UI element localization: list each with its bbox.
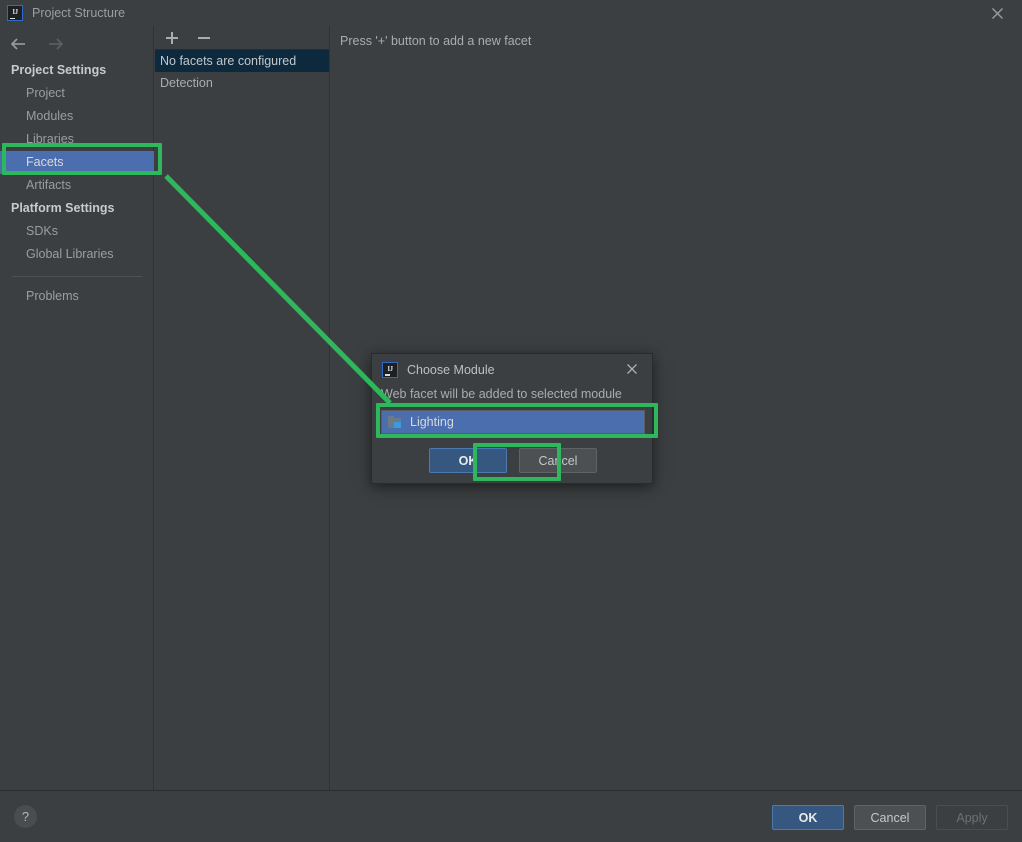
sidebar-item-artifacts[interactable]: Artifacts	[0, 174, 154, 197]
dialog-module-list[interactable]: Lighting	[381, 410, 645, 434]
settings-sidebar: Project Settings Project Modules Librari…	[0, 26, 154, 790]
dialog-ok-button[interactable]: OK	[429, 448, 507, 473]
facets-list-panel: No facets are configured Detection	[155, 26, 330, 790]
footer-button-group: OK Cancel Apply	[772, 805, 1008, 830]
sidebar-item-modules[interactable]: Modules	[0, 105, 154, 128]
footer-ok-button[interactable]: OK	[772, 805, 844, 830]
window-title: Project Structure	[32, 6, 126, 20]
sidebar-nav-arrows	[0, 30, 154, 58]
module-list-item-lighting[interactable]: Lighting	[382, 411, 644, 433]
intellij-logo-text: IJ	[12, 8, 18, 16]
sidebar-item-project[interactable]: Project	[0, 82, 154, 105]
project-structure-window: IJ Project Structure Project Settings Pr…	[0, 0, 1022, 842]
dialog-logo-bar	[385, 374, 390, 376]
window-close-button[interactable]	[986, 4, 1008, 22]
sidebar-groups: Project Settings Project Modules Librari…	[0, 59, 154, 308]
window-titlebar: IJ Project Structure	[0, 0, 1022, 26]
plus-icon-vertical	[171, 31, 173, 44]
nav-back-button[interactable]	[8, 35, 30, 53]
intellij-logo-bar	[10, 17, 15, 19]
help-button[interactable]: ?	[14, 805, 37, 828]
dialog-button-group: OK Cancel	[372, 448, 654, 473]
dialog-close-button[interactable]	[622, 360, 642, 378]
add-facet-button[interactable]	[164, 30, 180, 46]
sidebar-group-title-platform-settings: Platform Settings	[11, 201, 115, 215]
dialog-intellij-logo-icon: IJ	[382, 361, 398, 378]
dialog-cancel-button[interactable]: Cancel	[519, 448, 597, 473]
dialog-description: Web facet will be added to selected modu…	[381, 387, 622, 401]
footer-cancel-button[interactable]: Cancel	[854, 805, 926, 830]
arrow-right-icon	[49, 38, 64, 50]
sidebar-item-facets[interactable]: Facets	[0, 151, 154, 174]
sidebar-item-libraries[interactable]: Libraries	[0, 128, 154, 151]
sidebar-group-title-project-settings: Project Settings	[11, 63, 107, 77]
facets-row-detection[interactable]: Detection	[155, 72, 329, 94]
dialog-logo-text: IJ	[387, 364, 393, 373]
remove-facet-button[interactable]	[196, 30, 212, 46]
sidebar-item-sdks[interactable]: SDKs	[0, 220, 154, 243]
arrow-left-icon	[10, 38, 25, 50]
sidebar-item-global-libraries[interactable]: Global Libraries	[0, 243, 154, 266]
facet-empty-hint: Press '+' button to add a new facet	[340, 34, 532, 48]
minus-icon	[198, 36, 210, 39]
footer-apply-button: Apply	[936, 805, 1008, 830]
facets-toolbar	[155, 26, 329, 50]
facets-row-no-facets[interactable]: No facets are configured	[155, 50, 329, 72]
dialog-titlebar: IJ Choose Module	[372, 354, 652, 385]
module-folder-icon	[388, 415, 403, 429]
dialog-title: Choose Module	[407, 362, 495, 377]
sidebar-item-problems[interactable]: Problems	[0, 285, 154, 308]
intellij-logo-icon: IJ	[7, 5, 23, 21]
sidebar-separator	[12, 276, 142, 277]
module-list-item-label: Lighting	[410, 415, 454, 429]
close-icon	[627, 364, 637, 374]
nav-forward-button[interactable]	[44, 35, 66, 53]
choose-module-dialog: IJ Choose Module Web facet will be added…	[371, 353, 653, 484]
close-icon	[991, 7, 1003, 19]
